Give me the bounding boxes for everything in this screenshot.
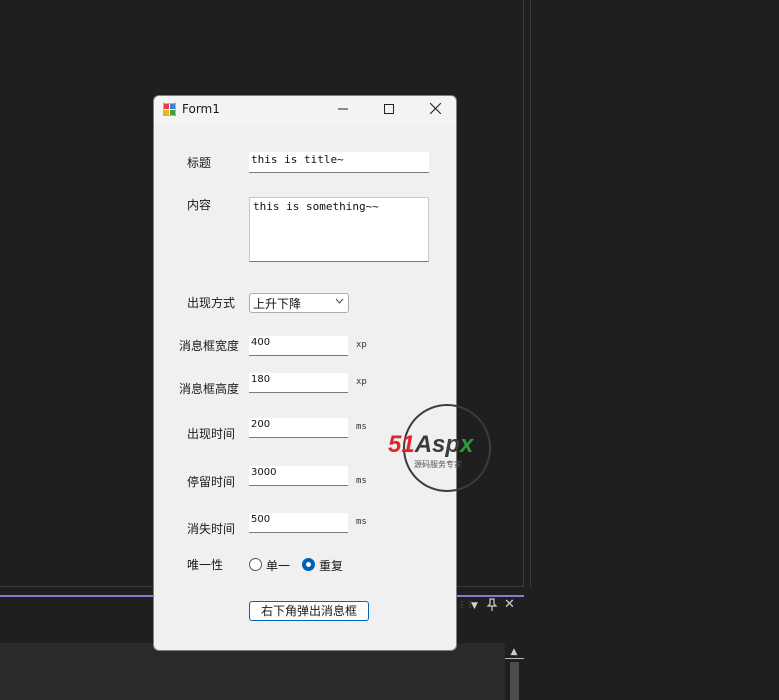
pin-icon[interactable] xyxy=(486,598,498,614)
width-label: 消息框宽度 xyxy=(179,339,240,353)
width-unit: xp xyxy=(356,340,367,350)
window-title: Form1 xyxy=(182,102,220,116)
maximize-icon xyxy=(384,104,394,114)
width-input[interactable]: 400 xyxy=(249,336,348,356)
content-label: 内容 xyxy=(187,198,212,212)
radio-repeat[interactable] xyxy=(302,558,315,571)
radio-single-label[interactable]: 单一 xyxy=(266,557,290,574)
show-popup-button[interactable]: 右下角弹出消息框 xyxy=(249,601,369,621)
chevron-down-icon xyxy=(335,295,344,310)
stay-time-unit: ms xyxy=(356,476,367,486)
ide-scrollbar-line xyxy=(505,658,524,659)
watermark-brand: 51Aspx xyxy=(388,431,474,458)
content-textarea[interactable]: this is something~~ xyxy=(249,197,429,262)
unique-label: 唯一性 xyxy=(187,558,224,572)
minimize-icon xyxy=(338,108,348,110)
chevron-down-icon[interactable]: ▼ xyxy=(471,601,478,611)
watermark-tagline: 源码服务专家 xyxy=(414,460,462,469)
show-time-label: 出现时间 xyxy=(187,427,236,441)
ide-divider xyxy=(523,0,524,587)
show-time-input[interactable]: 200 xyxy=(249,418,348,438)
height-input[interactable]: 180 xyxy=(249,373,348,393)
hide-time-label: 消失时间 xyxy=(187,522,236,536)
title-bar: Form1 xyxy=(154,96,456,125)
title-label: 标题 xyxy=(187,156,212,170)
title-input[interactable]: this is title~ xyxy=(249,152,429,173)
radio-repeat-label[interactable]: 重复 xyxy=(319,557,343,574)
panel-close-icon[interactable]: ✕ xyxy=(504,597,515,612)
scroll-up-icon[interactable]: ▲ xyxy=(508,647,520,657)
close-icon xyxy=(429,102,441,115)
close-button[interactable] xyxy=(412,96,456,125)
ide-divider-right xyxy=(530,0,531,587)
appear-mode-value: 上升下降 xyxy=(253,297,302,311)
height-label: 消息框高度 xyxy=(179,382,240,396)
radio-single[interactable] xyxy=(249,558,262,571)
appear-mode-label: 出现方式 xyxy=(187,296,236,310)
height-unit: xp xyxy=(356,377,367,387)
hide-time-unit: ms xyxy=(356,517,367,527)
watermark-logo: 51Aspx 源码服务专家 xyxy=(388,403,512,495)
stay-time-input[interactable]: 3000 xyxy=(249,466,348,486)
ide-panel-content xyxy=(0,643,505,700)
minimize-button[interactable] xyxy=(320,96,366,125)
appear-mode-select[interactable]: 上升下降 xyxy=(249,293,349,313)
maximize-button[interactable] xyxy=(366,96,412,125)
form-window: Form1 标题 this is title~ 内容 this is somet… xyxy=(153,95,457,651)
form-app-icon xyxy=(163,103,176,116)
hide-time-input[interactable]: 500 xyxy=(249,513,348,533)
ide-scrollbar-thumb[interactable] xyxy=(510,662,519,700)
show-time-unit: ms xyxy=(356,422,367,432)
stay-time-label: 停留时间 xyxy=(187,475,236,489)
